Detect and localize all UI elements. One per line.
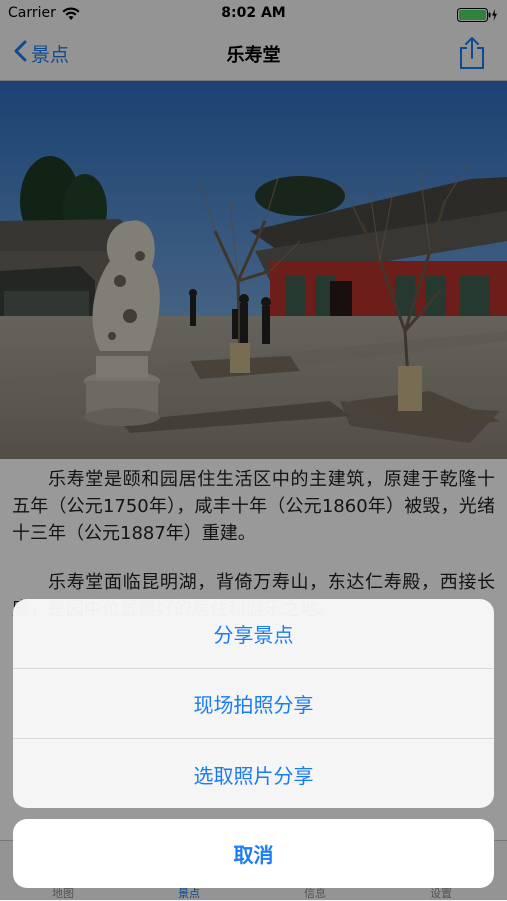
cancel-button[interactable]: 取消 (13, 819, 494, 888)
share-scenic-button[interactable]: 分享景点 (13, 599, 494, 669)
choose-photo-share-button[interactable]: 选取照片分享 (13, 739, 494, 808)
action-sheet: 分享景点 现场拍照分享 选取照片分享 (13, 599, 494, 808)
take-photo-share-button[interactable]: 现场拍照分享 (13, 669, 494, 739)
